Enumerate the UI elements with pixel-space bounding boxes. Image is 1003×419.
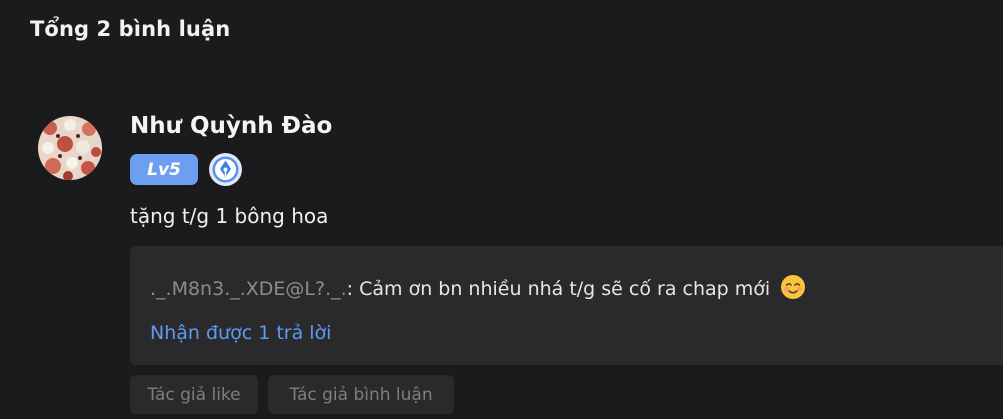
author-like-tag: Tác giả like <box>130 375 258 414</box>
total-comments-title: Tổng 2 bình luận <box>30 17 231 41</box>
view-replies-link[interactable]: Nhận được 1 trả lời <box>150 322 331 344</box>
reply-preview-box[interactable]: ._.M8n3._.XDE@L?._.: Cảm ơn bn nhiều nhá… <box>130 246 1003 365</box>
comment-author-name[interactable]: Như Quỳnh Đào <box>130 113 332 139</box>
reply-separator: : <box>346 278 360 300</box>
reply-author-name[interactable]: ._.M8n3._.XDE@L?._. <box>150 278 347 300</box>
reply-preview: ._.M8n3._.XDE@L?._.: Cảm ơn bn nhiều nhá… <box>150 274 806 300</box>
reply-text: Cảm ơn bn nhiều nhá t/g sẽ cố ra chap mớ… <box>359 278 771 300</box>
pen-nib-badge-icon <box>208 152 243 187</box>
comments-section: Tổng 2 bình luận Như Quỳnh Đào Lv5 tặng … <box>0 0 1003 419</box>
smiling-face-emoji-icon <box>780 274 806 300</box>
avatar[interactable] <box>38 116 102 180</box>
level-badge: Lv5 <box>130 154 198 185</box>
author-comment-tag: Tác giả bình luận <box>268 375 454 414</box>
comment-text: tặng t/g 1 bông hoa <box>130 204 329 228</box>
